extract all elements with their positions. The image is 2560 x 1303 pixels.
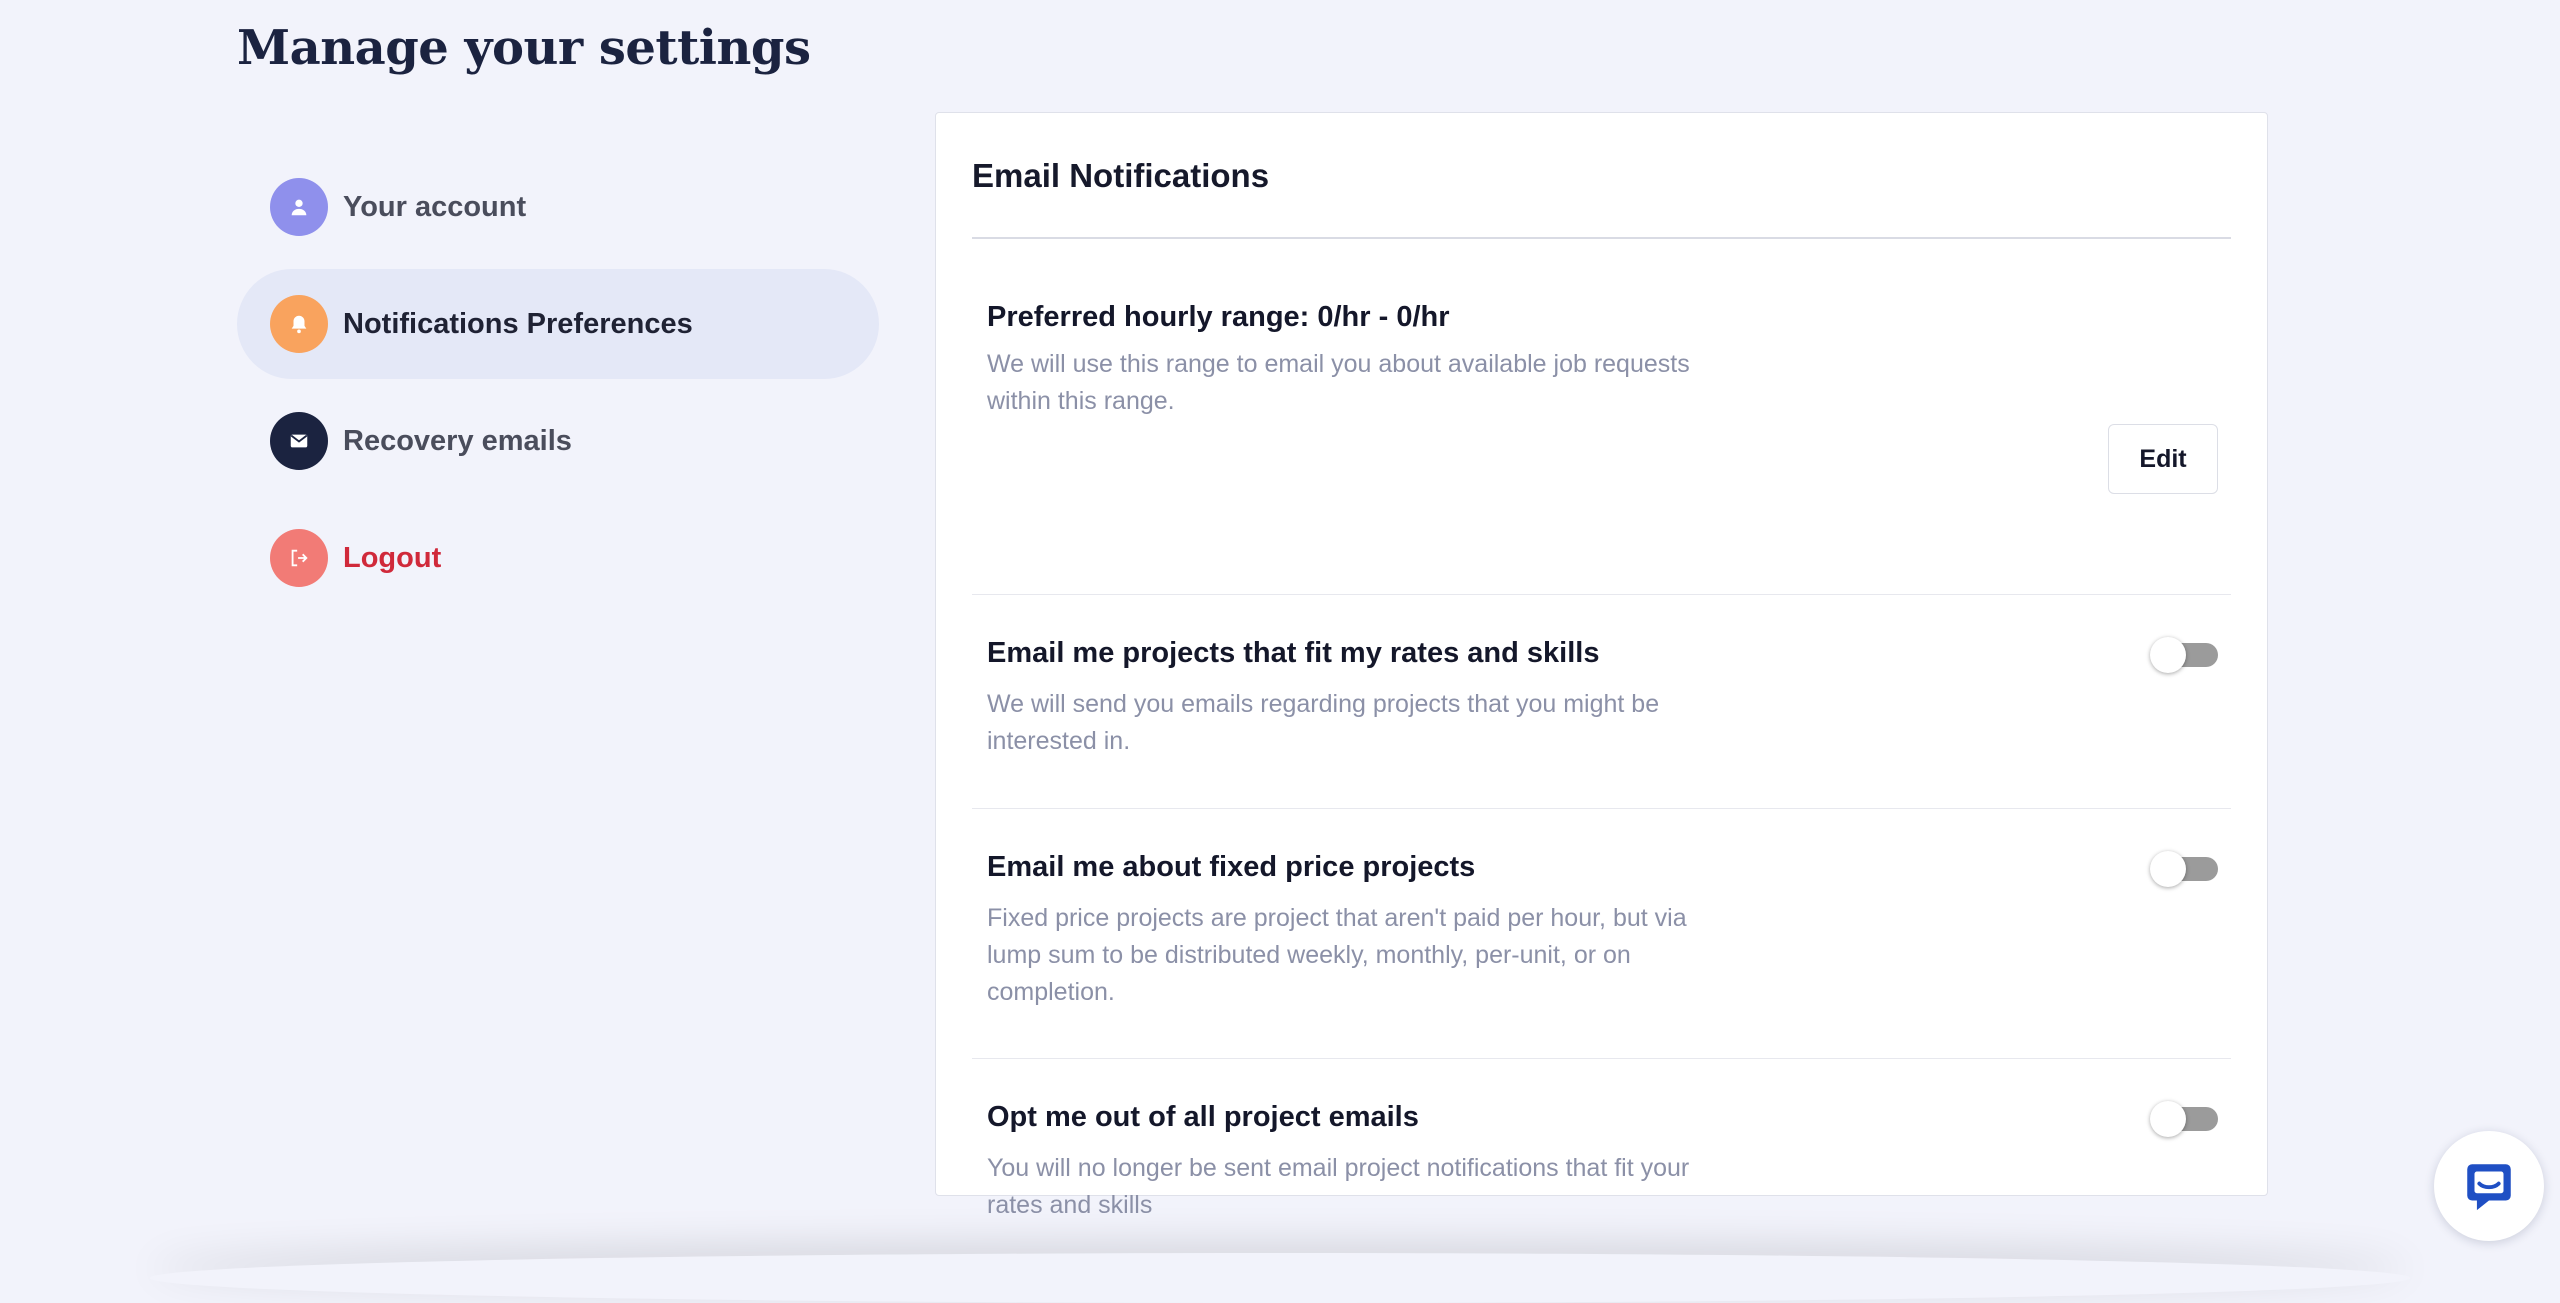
sidebar-item-recovery-emails[interactable]: Recovery emails xyxy=(237,386,879,496)
settings-sidebar: Your account Notifications Preferences R… xyxy=(237,152,879,620)
user-icon xyxy=(270,178,328,236)
row-description: We will send you emails regarding projec… xyxy=(987,690,1660,755)
page-title: Manage your settings xyxy=(237,20,811,76)
row-title: Email me projects that fit my rates and … xyxy=(987,637,1600,669)
bell-icon xyxy=(270,295,328,353)
edit-button[interactable]: Edit xyxy=(2108,424,2218,494)
sidebar-item-notifications-preferences[interactable]: Notifications Preferences xyxy=(237,269,879,379)
row-description: You will no longer be sent email project… xyxy=(987,1154,1690,1219)
chat-bubble-icon xyxy=(2467,1164,2511,1211)
rates-skills-toggle[interactable] xyxy=(2150,637,2218,673)
logout-icon xyxy=(270,529,328,587)
row-title: Preferred hourly range: 0/hr - 0/hr xyxy=(987,301,1450,333)
row-description: Fixed price projects are project that ar… xyxy=(987,904,1687,1006)
sidebar-item-label: Your account xyxy=(343,190,527,223)
card-title: Email Notifications xyxy=(972,157,1270,194)
row-title: Opt me out of all project emails xyxy=(987,1101,1419,1133)
envelope-icon xyxy=(270,412,328,470)
toggle-knob xyxy=(2150,637,2186,673)
row-description: We will use this range to email you abou… xyxy=(987,350,1690,415)
email-notifications-card: Email Notifications Preferred hourly ran… xyxy=(935,112,2268,1219)
toggle-knob xyxy=(2150,1101,2186,1137)
sidebar-item-your-account[interactable]: Your account xyxy=(237,152,879,262)
chat-widget-button[interactable] xyxy=(2434,1131,2544,1241)
opt-out-row: Opt me out of all project emails You wil… xyxy=(972,1059,2231,1219)
toggle-knob xyxy=(2150,851,2186,887)
row-title: Email me about fixed price projects xyxy=(987,851,1476,883)
bottom-shadow xyxy=(150,1253,2410,1303)
fixed-price-toggle[interactable] xyxy=(2150,851,2218,887)
sidebar-item-label: Notifications Preferences xyxy=(343,307,693,340)
hourly-range-row: Preferred hourly range: 0/hr - 0/hr We w… xyxy=(972,239,2231,595)
sidebar-item-logout[interactable]: Logout xyxy=(237,503,879,613)
fixed-price-row: Email me about fixed price projects Fixe… xyxy=(972,809,2231,1059)
sidebar-item-label: Logout xyxy=(343,541,442,574)
opt-out-toggle[interactable] xyxy=(2150,1101,2218,1137)
rates-skills-row: Email me projects that fit my rates and … xyxy=(972,595,2231,809)
sidebar-item-label: Recovery emails xyxy=(343,424,572,457)
